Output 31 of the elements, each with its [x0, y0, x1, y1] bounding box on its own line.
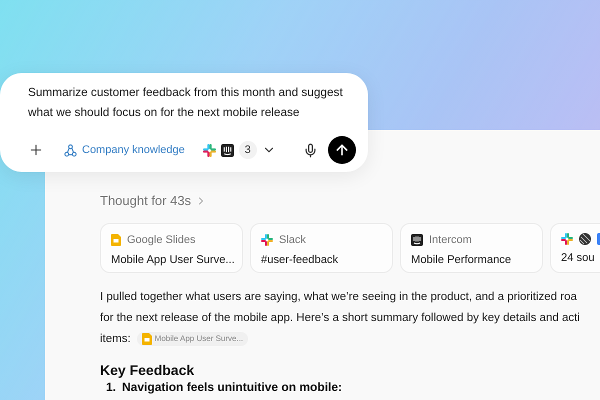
- slack-icon: [561, 233, 573, 245]
- intercom-icon: [220, 144, 234, 156]
- source-title: 24 sou: [561, 251, 595, 266]
- network-icon: [64, 144, 77, 156]
- source-app: Intercom: [429, 233, 472, 247]
- slack-icon: [261, 234, 273, 246]
- add-icon[interactable]: [28, 142, 44, 158]
- source-app: Slack: [279, 233, 306, 247]
- section-heading: Key Feedback: [100, 361, 194, 380]
- response-paragraph: I pulled together what users are saying, what we’re seeing in the product, and a prioritized roa for the next release of the mobile app. Here’s a short summary followed by key details and acti items: Mobile App User Surve...: [100, 290, 581, 348]
- striped-circle-icon: [579, 233, 591, 245]
- source-card[interactable]: Slack #user-feedback: [250, 223, 393, 273]
- thought-duration[interactable]: Thought for 43s: [100, 192, 192, 210]
- source-app: Google Slides: [127, 233, 196, 247]
- source-count-badge: 3: [238, 141, 257, 159]
- source-card[interactable]: Google Slides Mobile App User Surve...: [100, 223, 243, 273]
- send-button[interactable]: [328, 136, 356, 164]
- source-card[interactable]: 24 sou: [550, 223, 600, 273]
- company-knowledge-button[interactable]: Company knowledge: [64, 142, 185, 158]
- source-card[interactable]: Intercom Mobile Performance: [400, 223, 543, 273]
- intercom-icon: [411, 234, 423, 246]
- list-item: Navigation feels unintuitive on mobile:: [122, 380, 342, 394]
- source-title: Mobile Performance: [411, 253, 512, 268]
- slack-icon: [202, 144, 216, 156]
- source-title: #user-feedback: [261, 253, 338, 268]
- source-title: Mobile App User Surve...: [111, 253, 235, 268]
- prompt-input[interactable]: Summarize customer feedback from this month and suggest what we should focus on for the next mobile release: [28, 82, 358, 122]
- list-number: 1.: [106, 380, 116, 394]
- slides-icon: [111, 234, 121, 246]
- microphone-icon[interactable]: [303, 142, 318, 158]
- slides-icon: [142, 332, 152, 345]
